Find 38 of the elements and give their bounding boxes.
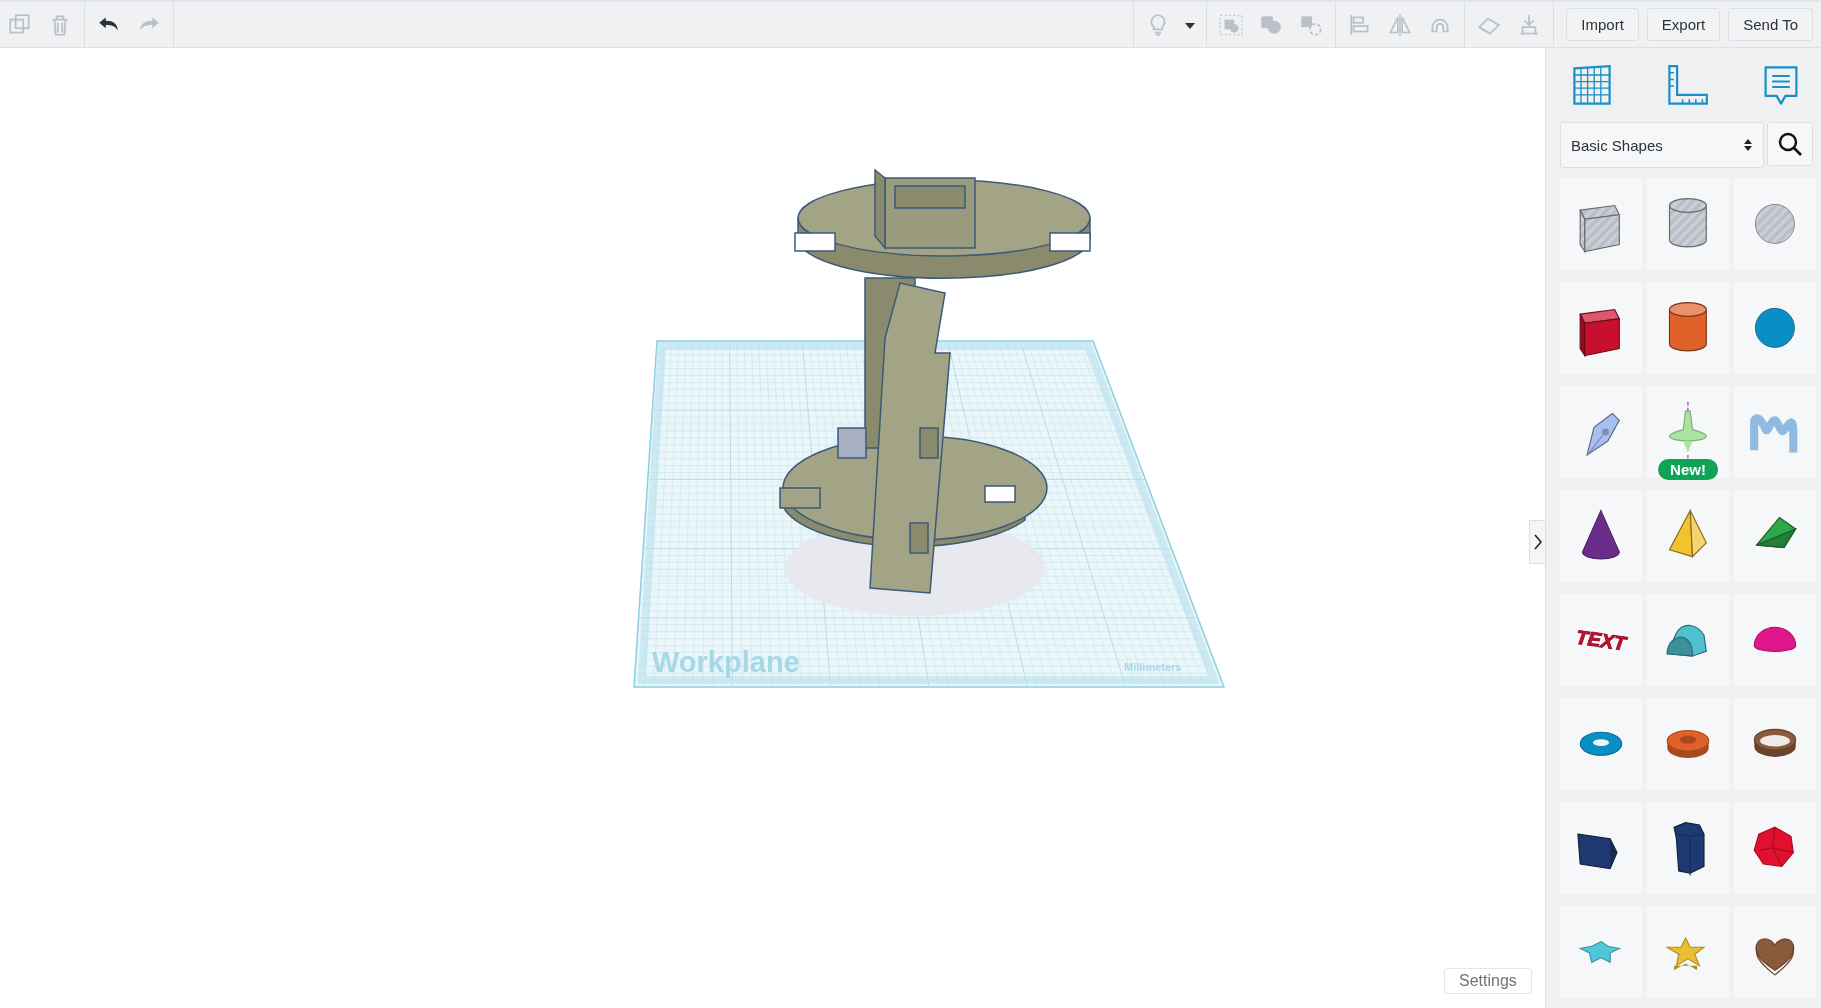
- sort-arrows-icon: [1743, 137, 1753, 153]
- shape-tile[interactable]: [1560, 282, 1642, 374]
- shape-tile[interactable]: [1734, 282, 1816, 374]
- shape-tile[interactable]: [1734, 906, 1816, 998]
- shape-tile[interactable]: [1560, 906, 1642, 998]
- shape-tile[interactable]: [1647, 282, 1729, 374]
- shape-tile[interactable]: [1560, 490, 1642, 582]
- new-badge: New!: [1658, 459, 1718, 480]
- shape-tile[interactable]: [1734, 386, 1816, 478]
- library-dropdown[interactable]: Basic Shapes: [1560, 122, 1764, 168]
- text-icon: TEXT: [1573, 623, 1629, 657]
- shape-tile[interactable]: [1560, 698, 1642, 790]
- shape-tile[interactable]: [1647, 490, 1729, 582]
- model-drawing[interactable]: [779, 168, 1091, 616]
- toolbar-button[interactable]: Export: [1646, 8, 1721, 41]
- collapse-button[interactable]: [1529, 520, 1545, 564]
- search-icon[interactable]: [1767, 122, 1813, 166]
- chevron-icon: [1533, 534, 1542, 550]
- shape-tile[interactable]: [1734, 490, 1816, 582]
- toolbar-button[interactable]: Send To: [1728, 8, 1813, 41]
- shape-tile[interactable]: [1647, 906, 1729, 998]
- workplane-label: Workplane: [652, 646, 800, 678]
- shape-tile[interactable]: [1734, 178, 1816, 270]
- grid-view-icon[interactable]: [1570, 64, 1614, 108]
- shape-tile[interactable]: [1734, 698, 1816, 790]
- settings-button[interactable]: Settings: [1444, 968, 1532, 994]
- shape-tile[interactable]: [1560, 386, 1642, 478]
- shape-tile[interactable]: [1647, 698, 1729, 790]
- shape-tile[interactable]: [1734, 802, 1816, 894]
- toolbar-button[interactable]: Import: [1566, 8, 1639, 41]
- units-label: Millimeters: [1124, 661, 1182, 673]
- shape-tile[interactable]: [1647, 178, 1729, 270]
- shape-tile[interactable]: TEXT: [1560, 594, 1642, 686]
- shape-tile[interactable]: [1647, 594, 1729, 686]
- shape-tile[interactable]: [1560, 178, 1642, 270]
- shape-tile[interactable]: [1560, 802, 1642, 894]
- shape-tile[interactable]: [1647, 802, 1729, 894]
- shape-tile[interactable]: [1734, 594, 1816, 686]
